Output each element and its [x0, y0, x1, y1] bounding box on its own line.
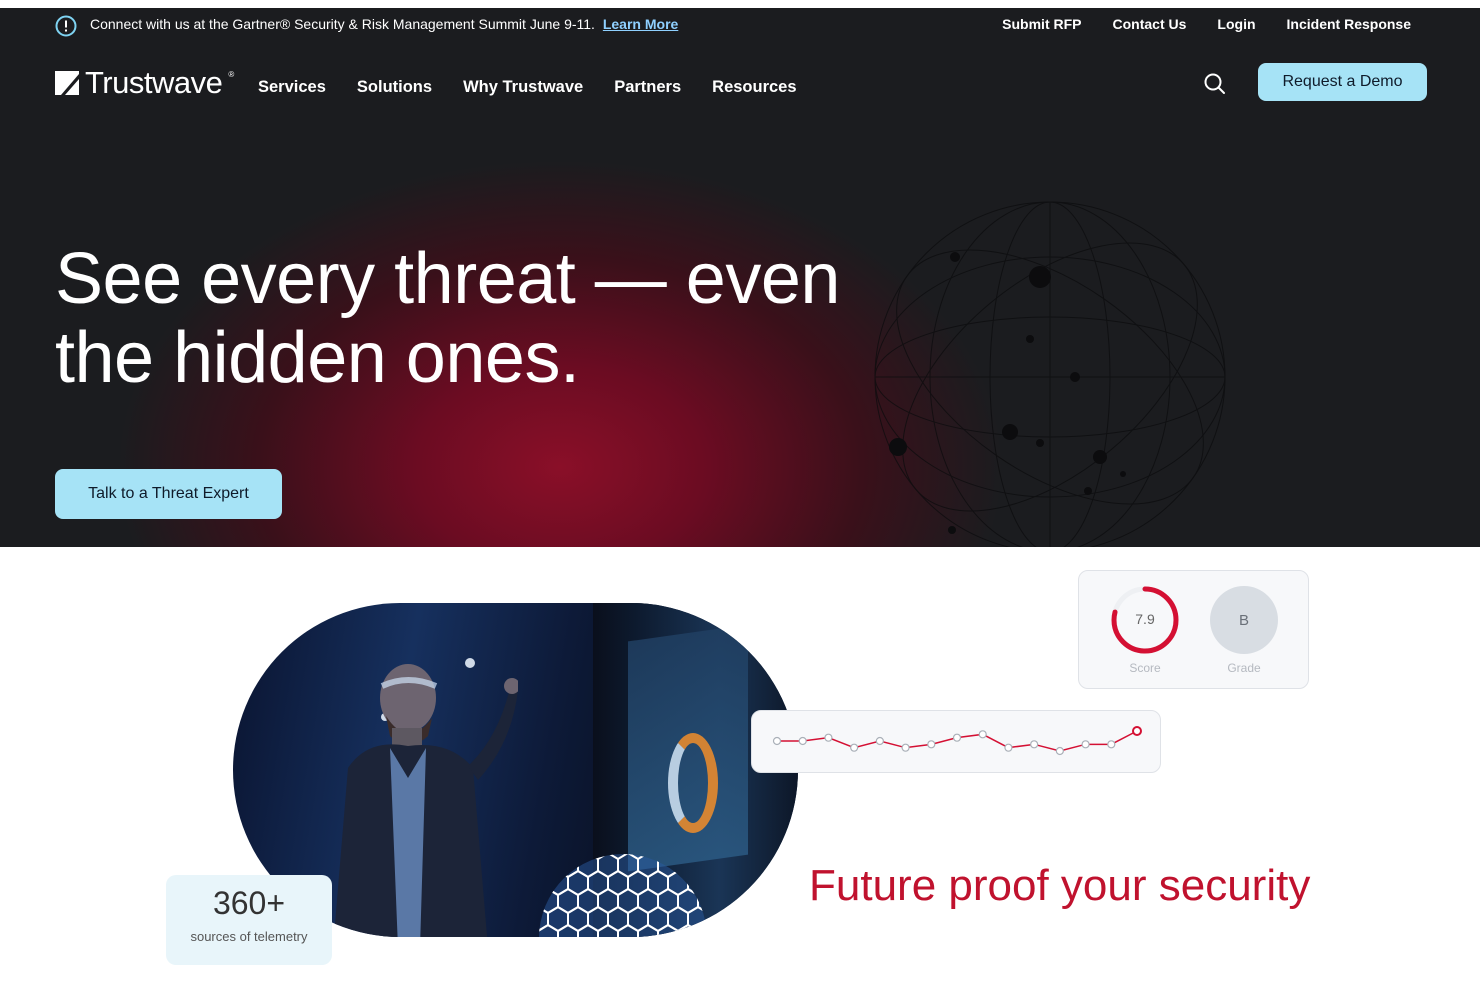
trend-sparkline [772, 726, 1142, 756]
trend-point [1055, 746, 1064, 756]
trend-point [1132, 726, 1142, 736]
hero-section: Trustwave ® Services Solutions Why Trust… [0, 47, 1480, 547]
alert-circle-icon [55, 15, 77, 37]
score-card: 7.9 Score B Grade [1078, 570, 1309, 689]
trend-point [824, 733, 833, 742]
trend-point [978, 730, 987, 739]
nav-item-why-trustwave[interactable]: Why Trustwave [463, 77, 583, 97]
request-demo-button[interactable]: Request a Demo [1258, 63, 1427, 101]
globe-graphic [874, 201, 1226, 547]
tagline: Future proof your security [809, 861, 1311, 910]
grade-badge: B [1210, 586, 1278, 654]
incident-response-link[interactable]: Incident Response [1287, 15, 1411, 33]
trend-point [1030, 740, 1039, 749]
announcement-bar: Connect with us at the Gartner® Security… [0, 8, 1480, 47]
hero-headline: See every threat — even the hidden ones. [55, 240, 895, 398]
headline-line-1: See every threat — even [55, 239, 840, 319]
trend-card [751, 710, 1161, 773]
main-nav: Services Solutions Why Trustwave Partner… [258, 77, 797, 97]
person-silhouette [333, 664, 518, 937]
telemetry-value: 360+ [212, 885, 286, 921]
grade-value: B [1238, 611, 1249, 629]
announcement-message: Connect with us at the Gartner® Security… [90, 15, 678, 33]
photo-donut-chart [668, 733, 718, 833]
submit-rfp-link[interactable]: Submit RFP [1002, 15, 1081, 33]
talk-to-expert-button[interactable]: Talk to a Threat Expert [55, 469, 282, 519]
hex-sphere-graphic [539, 854, 707, 937]
trend-point [1004, 743, 1013, 752]
logo-mark-icon [55, 71, 79, 95]
announcement-text: Connect with us at the Gartner® Security… [90, 16, 595, 32]
trend-point [952, 733, 962, 742]
nav-item-partners[interactable]: Partners [614, 77, 681, 97]
learn-more-link[interactable]: Learn More [603, 16, 678, 32]
score-value: 7.9 [1135, 611, 1155, 627]
brand-name: Trustwave [85, 65, 223, 100]
utility-nav: Submit RFP Contact Us Login Incident Res… [1002, 15, 1411, 33]
trend-point [1081, 740, 1090, 749]
telemetry-stat-card: 360+ sources of telemetry [166, 875, 332, 965]
trend-point [927, 740, 936, 749]
nav-item-solutions[interactable]: Solutions [357, 77, 432, 97]
login-link[interactable]: Login [1217, 15, 1255, 33]
trend-point [850, 743, 859, 752]
trend-point [772, 736, 782, 746]
score-label: Score [1129, 661, 1161, 675]
brand-reg-mark: ® [228, 69, 235, 79]
search-icon[interactable] [1202, 71, 1228, 97]
trend-point [798, 736, 807, 746]
contact-us-link[interactable]: Contact Us [1113, 15, 1187, 33]
trend-point [1107, 740, 1116, 749]
nav-item-services[interactable]: Services [258, 77, 326, 97]
nav-item-resources[interactable]: Resources [712, 77, 796, 97]
headline-line-2: the hidden ones. [55, 318, 580, 398]
trustwave-logo[interactable]: Trustwave ® [55, 65, 235, 100]
grade-label: Grade [1227, 661, 1261, 675]
trend-point [901, 743, 910, 752]
telemetry-label: sources of telemetry [190, 929, 308, 944]
trend-point [875, 736, 884, 746]
